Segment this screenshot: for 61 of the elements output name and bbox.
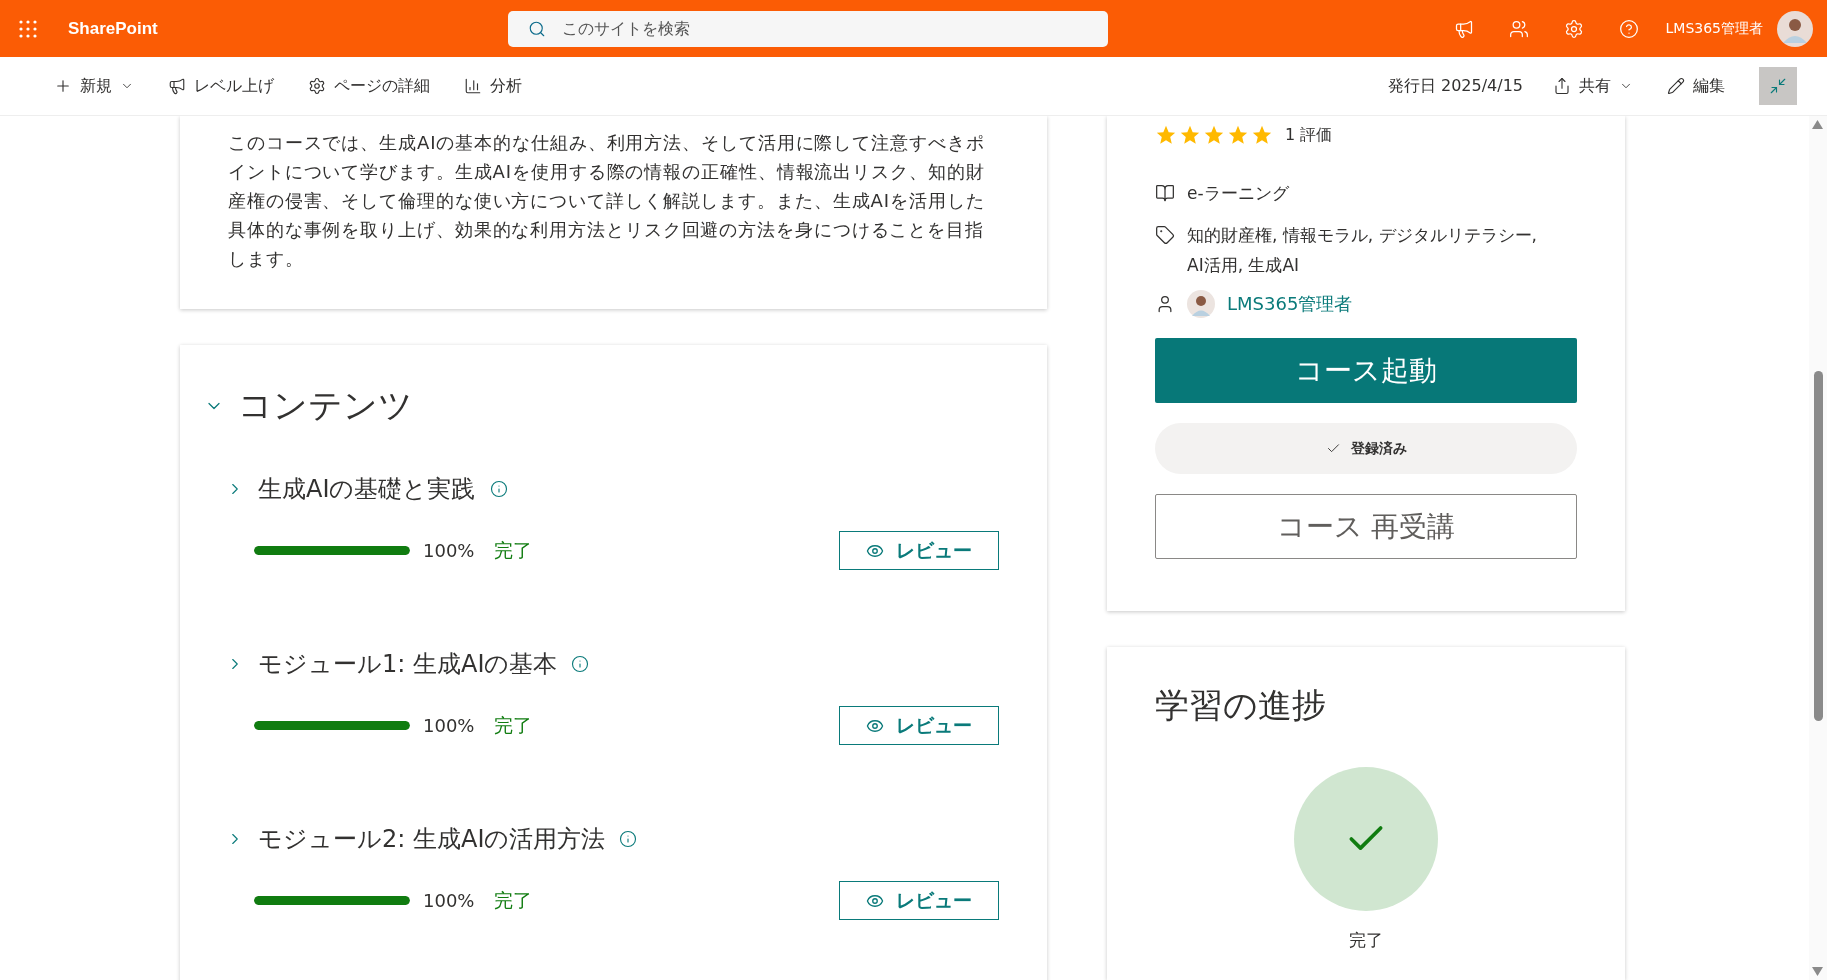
megaphone-icon [168, 77, 186, 95]
progress-status: 完了 [1349, 929, 1383, 952]
retake-course-button[interactable]: コース 再受講 [1155, 494, 1577, 559]
course-tags: 知的財産権, 情報モラル, デジタルリテラシー, AI活用, 生成AI [1187, 220, 1547, 280]
scroll-down-icon[interactable] [1812, 967, 1823, 976]
progress-percent: 100% [423, 540, 475, 561]
book-icon [1155, 183, 1175, 203]
section-title: 学習の進捗 [1155, 684, 1327, 727]
avatar[interactable] [1777, 10, 1813, 47]
pencil-icon [1667, 77, 1685, 95]
module-title: モジュール1: 生成AIの基本 [258, 649, 558, 680]
help-icon[interactable] [1618, 18, 1639, 39]
megaphone-icon[interactable] [1453, 18, 1474, 39]
review-button[interactable]: レビュー [839, 531, 999, 570]
star-icon [1203, 124, 1225, 146]
scroll-up-icon[interactable] [1812, 120, 1823, 129]
share-icon [1553, 77, 1571, 95]
review-button[interactable]: レビュー [839, 706, 999, 745]
progress-percent: 100% [423, 890, 475, 911]
info-icon[interactable] [571, 655, 590, 673]
section-title: コンテンツ [238, 384, 413, 427]
star-icon [1251, 124, 1273, 146]
info-icon[interactable] [619, 830, 638, 848]
enrolled-button[interactable]: 登録済み [1155, 423, 1577, 474]
tag-icon [1155, 225, 1175, 245]
people-icon[interactable] [1508, 18, 1529, 39]
star-icon [1227, 124, 1249, 146]
app-launcher-icon[interactable] [18, 18, 38, 39]
plus-icon [54, 77, 72, 95]
settings-icon[interactable] [1563, 18, 1584, 39]
module-status: 完了 [494, 712, 533, 738]
search-input[interactable]: このサイトを検索 [559, 18, 1088, 39]
review-button[interactable]: レビュー [839, 881, 999, 920]
toolbar-button[interactable]: 分析 [456, 69, 530, 103]
scrollbar[interactable] [1809, 116, 1827, 980]
share-button[interactable]: 共有 [1545, 69, 1641, 103]
star-icon [1155, 124, 1177, 146]
search-icon [527, 19, 546, 38]
scroll-thumb[interactable] [1814, 371, 1823, 721]
course-type: e-ラーニング [1187, 182, 1289, 205]
course-description: このコースでは、生成AIの基本的な仕組み、利用方法、そして活用に際して注意すべきポイントについて学びます。生成AIを使用する際の情報の正確性、情報流出リスク、知的財産権の侵害、そして倫理的な使い方について詳しく解説します。また、生成AIを活用した具体的な事例を取り上げ、効果的な利用方法とリスク回避の方法を身につけることを目指します。 [228, 131, 986, 271]
module-title: 生成AIの基礎と実践 [258, 474, 476, 505]
gear-icon [308, 77, 326, 95]
toolbar-button[interactable]: 新規 [46, 69, 142, 103]
avatar [1187, 290, 1215, 318]
toolbar-button[interactable]: レベル上げ [160, 69, 282, 103]
author-link[interactable]: LMS365管理者 [1227, 292, 1353, 316]
module-status: 完了 [494, 537, 533, 563]
rating-count: 1 評価 [1285, 124, 1333, 146]
module-title: モジュール2: 生成AIの活用方法 [258, 824, 606, 855]
launch-course-button[interactable]: コース起動 [1155, 338, 1577, 403]
search-field[interactable]: このサイトを検索 [507, 10, 1108, 47]
module-status: 完了 [494, 887, 533, 913]
info-icon[interactable] [489, 480, 508, 498]
chart-icon [464, 77, 482, 95]
collapse-arrows-icon [1769, 77, 1787, 95]
progress-percent: 100% [423, 715, 475, 736]
toolbar-button[interactable]: ページの詳細 [300, 69, 438, 103]
edit-button[interactable]: 編集 [1659, 69, 1733, 103]
star-icon [1179, 124, 1201, 146]
publish-date: 発行日 2025/4/15 [1387, 75, 1523, 97]
